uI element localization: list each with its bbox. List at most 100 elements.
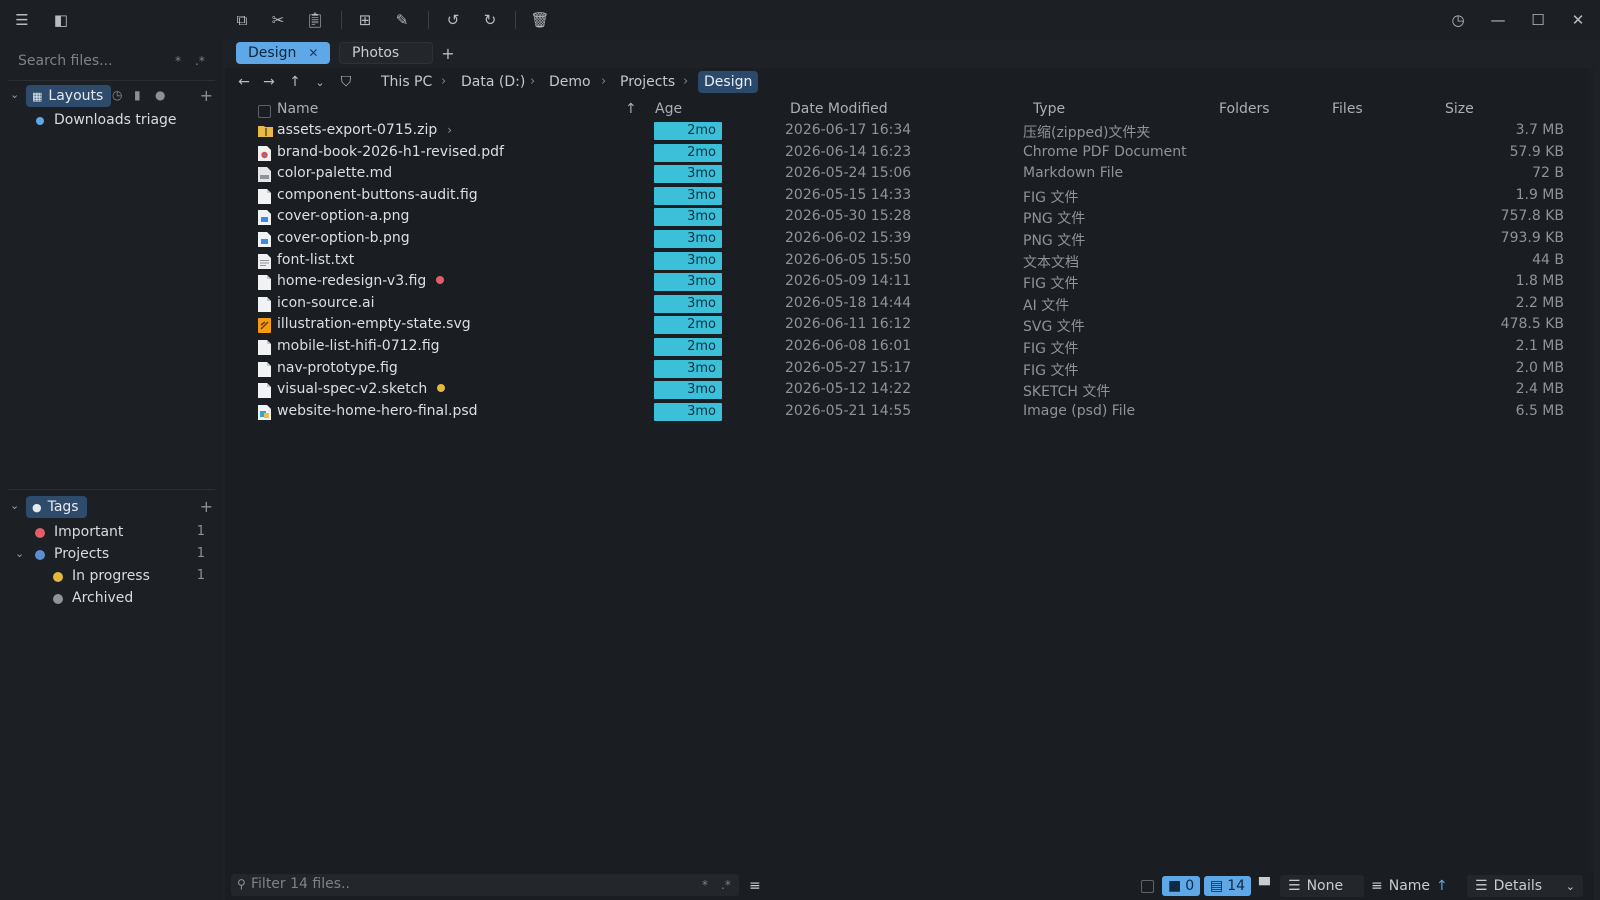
history-icon[interactable]: ◷ <box>1446 8 1470 32</box>
file-name[interactable]: cover-option-a.png <box>277 208 409 224</box>
date-modified: 2026-05-24 15:06 <box>785 165 912 182</box>
file-name[interactable]: assets-export-0715.zip › <box>277 122 452 138</box>
tags-section-header[interactable]: ⌄ ● Tags + <box>8 495 215 519</box>
minimize-icon[interactable]: — <box>1486 8 1510 32</box>
breadcrumb-current[interactable]: Design <box>698 71 759 93</box>
layout-toggle-icon[interactable]: ▀ <box>1259 875 1270 897</box>
table-row[interactable]: component-buttons-audit.fig 3mo 2026-05-15… <box>225 185 1594 207</box>
table-row[interactable]: brand-book-2026-h1-revised.pdf 2mo 2026-06… <box>225 142 1594 164</box>
rename-icon[interactable]: ✎ <box>390 8 414 32</box>
close-window-icon[interactable]: ✕ <box>1566 8 1590 32</box>
wildcard-icon[interactable]: * <box>702 878 708 892</box>
close-tab-icon[interactable]: ✕ <box>308 46 318 60</box>
layout-item-downloads-triage[interactable]: Downloads triage <box>0 110 215 132</box>
back-icon[interactable]: ← <box>234 72 254 92</box>
list-options-icon[interactable]: ≡ <box>749 875 761 897</box>
tab-design[interactable]: Design ✕ <box>236 42 330 64</box>
table-row[interactable]: cover-option-a.png 3mo 2026-05-30 15:28 PNG… <box>225 206 1594 228</box>
table-row[interactable]: icon-source.ai 3mo 2026-05-18 14:44 AI 文件 2.… <box>225 293 1594 315</box>
file-name[interactable]: website-home-hero-final.psd <box>277 403 478 419</box>
up-icon[interactable]: ↑ <box>285 72 305 92</box>
add-layout-icon[interactable]: + <box>200 86 213 105</box>
clock-icon[interactable]: ◷ <box>112 88 122 102</box>
file-name[interactable]: home-redesign-v3.fig <box>277 273 445 290</box>
delete-icon[interactable]: 🗑︎ <box>528 8 552 32</box>
tab-photos[interactable]: Photos <box>339 42 433 64</box>
select-all-checkbox[interactable] <box>258 105 271 118</box>
chevron-right-icon[interactable]: › <box>447 123 452 137</box>
add-tag-icon[interactable]: + <box>200 497 213 516</box>
table-row[interactable]: font-list.txt 3mo 2026-06-05 15:50 文本文档 44 B <box>225 250 1594 272</box>
column-size[interactable]: Size <box>1445 101 1474 117</box>
file-name[interactable]: component-buttons-audit.fig <box>277 187 478 203</box>
column-date-modified[interactable]: Date Modified <box>790 101 888 117</box>
regex-icon[interactable]: .* <box>721 878 731 892</box>
column-files[interactable]: Files <box>1332 101 1363 117</box>
table-row[interactable]: assets-export-0715.zip › 2mo 2026-06-17 16:… <box>225 120 1594 142</box>
chevron-down-icon[interactable]: ⌄ <box>10 88 19 101</box>
column-folders[interactable]: Folders <box>1219 101 1270 117</box>
tag-item-in-progress[interactable]: In progress 1 <box>0 566 215 588</box>
column-name[interactable]: Name <box>277 101 318 117</box>
tag-item-archived[interactable]: Archived <box>0 588 215 610</box>
regex-icon[interactable]: .* <box>195 54 205 68</box>
view-mode-dropdown[interactable]: ☰ Details ⌄ <box>1467 875 1583 897</box>
file-icon <box>258 340 271 355</box>
sort-by-button[interactable]: ≡ Name ↑ <box>1371 875 1448 897</box>
tag-item-projects[interactable]: ⌄ Projects 1 <box>0 544 215 566</box>
file-name[interactable]: cover-option-b.png <box>277 230 410 246</box>
file-name[interactable]: mobile-list-hifi-0712.fig <box>277 338 440 354</box>
tag-item-important[interactable]: Important 1 <box>0 522 215 544</box>
breadcrumb-item[interactable]: Data (D:) <box>457 71 529 93</box>
table-row[interactable]: cover-option-b.png 3mo 2026-06-02 15:39 PNG… <box>225 228 1594 250</box>
file-name[interactable]: brand-book-2026-h1-revised.pdf <box>277 144 504 160</box>
filter-input[interactable]: ⚲ Filter 14 files.. * .* <box>231 874 739 896</box>
column-age[interactable]: Age <box>655 101 682 117</box>
table-row[interactable]: color-palette.md 3mo 2026-05-24 15:06 Markd… <box>225 163 1594 185</box>
breadcrumb-item[interactable]: Projects <box>616 71 679 93</box>
chevron-down-icon[interactable]: ⌄ <box>15 547 24 560</box>
pin-icon[interactable]: ● <box>155 88 165 102</box>
breadcrumb-item[interactable]: Demo <box>545 71 595 93</box>
table-row[interactable]: visual-spec-v2.sketch 3mo 2026-05-12 14:22… <box>225 379 1594 401</box>
group-by-dropdown[interactable]: ☰ None <box>1280 875 1364 897</box>
copy-icon[interactable]: ⧉ <box>230 8 254 32</box>
table-row[interactable]: home-redesign-v3.fig 3mo 2026-05-09 14:11 F… <box>225 271 1594 293</box>
chevron-down-icon[interactable]: ⌄ <box>310 72 330 92</box>
table-row[interactable]: illustration-empty-state.svg 2mo 2026-06-1… <box>225 314 1594 336</box>
file-name-text: home-redesign-v3.fig <box>277 273 427 290</box>
bookmark-icon[interactable]: ▮ <box>134 88 141 102</box>
table-row[interactable]: website-home-hero-final.psd 3mo 2026-05-21… <box>225 401 1594 423</box>
toggle-sidebar-icon[interactable]: ◧ <box>49 8 73 32</box>
menu-icon[interactable]: ☰ <box>10 8 34 32</box>
forward-icon[interactable]: → <box>259 72 279 92</box>
table-row[interactable]: mobile-list-hifi-0712.fig 2mo 2026-06-08 1… <box>225 336 1594 358</box>
new-folder-icon[interactable]: ⊞ <box>353 8 377 32</box>
table-row[interactable]: nav-prototype.fig 3mo 2026-05-27 15:17 FIG … <box>225 358 1594 380</box>
file-name[interactable]: font-list.txt <box>277 252 354 268</box>
chevron-down-icon[interactable]: ⌄ <box>10 499 19 512</box>
scrollbar[interactable] <box>1588 68 1594 900</box>
folder-count-badge[interactable]: ■ 0 <box>1162 875 1201 897</box>
sort-ascending-icon[interactable]: ↑ <box>1436 878 1448 894</box>
file-name[interactable]: visual-spec-v2.sketch <box>277 381 446 397</box>
file-name[interactable]: icon-source.ai <box>277 295 375 311</box>
layouts-section-header[interactable]: ⌄ ▦ Layouts ◷ ▮ ● + <box>8 84 215 108</box>
file-name[interactable]: color-palette.md <box>277 165 392 181</box>
wildcard-icon[interactable]: * <box>175 54 181 68</box>
file-count-badge[interactable]: ▤ 14 <box>1204 875 1252 897</box>
column-type[interactable]: Type <box>1033 101 1065 117</box>
redo-icon[interactable]: ↻ <box>478 8 502 32</box>
search-input[interactable]: Search files... * .* <box>8 50 213 74</box>
file-name[interactable]: nav-prototype.fig <box>277 360 398 376</box>
tag-color-icon <box>35 528 45 538</box>
breadcrumb-item[interactable]: This PC <box>377 71 436 93</box>
bookmark-icon[interactable]: ⛉ <box>336 72 356 92</box>
undo-icon[interactable]: ↺ <box>441 8 465 32</box>
select-checkbox-icon[interactable] <box>1141 875 1154 897</box>
paste-icon[interactable]: 📋︎ <box>303 8 327 32</box>
cut-icon[interactable]: ✂ <box>266 8 290 32</box>
file-name[interactable]: illustration-empty-state.svg <box>277 316 471 332</box>
maximize-icon[interactable]: ☐ <box>1526 8 1550 32</box>
new-tab-icon[interactable]: + <box>436 41 460 65</box>
